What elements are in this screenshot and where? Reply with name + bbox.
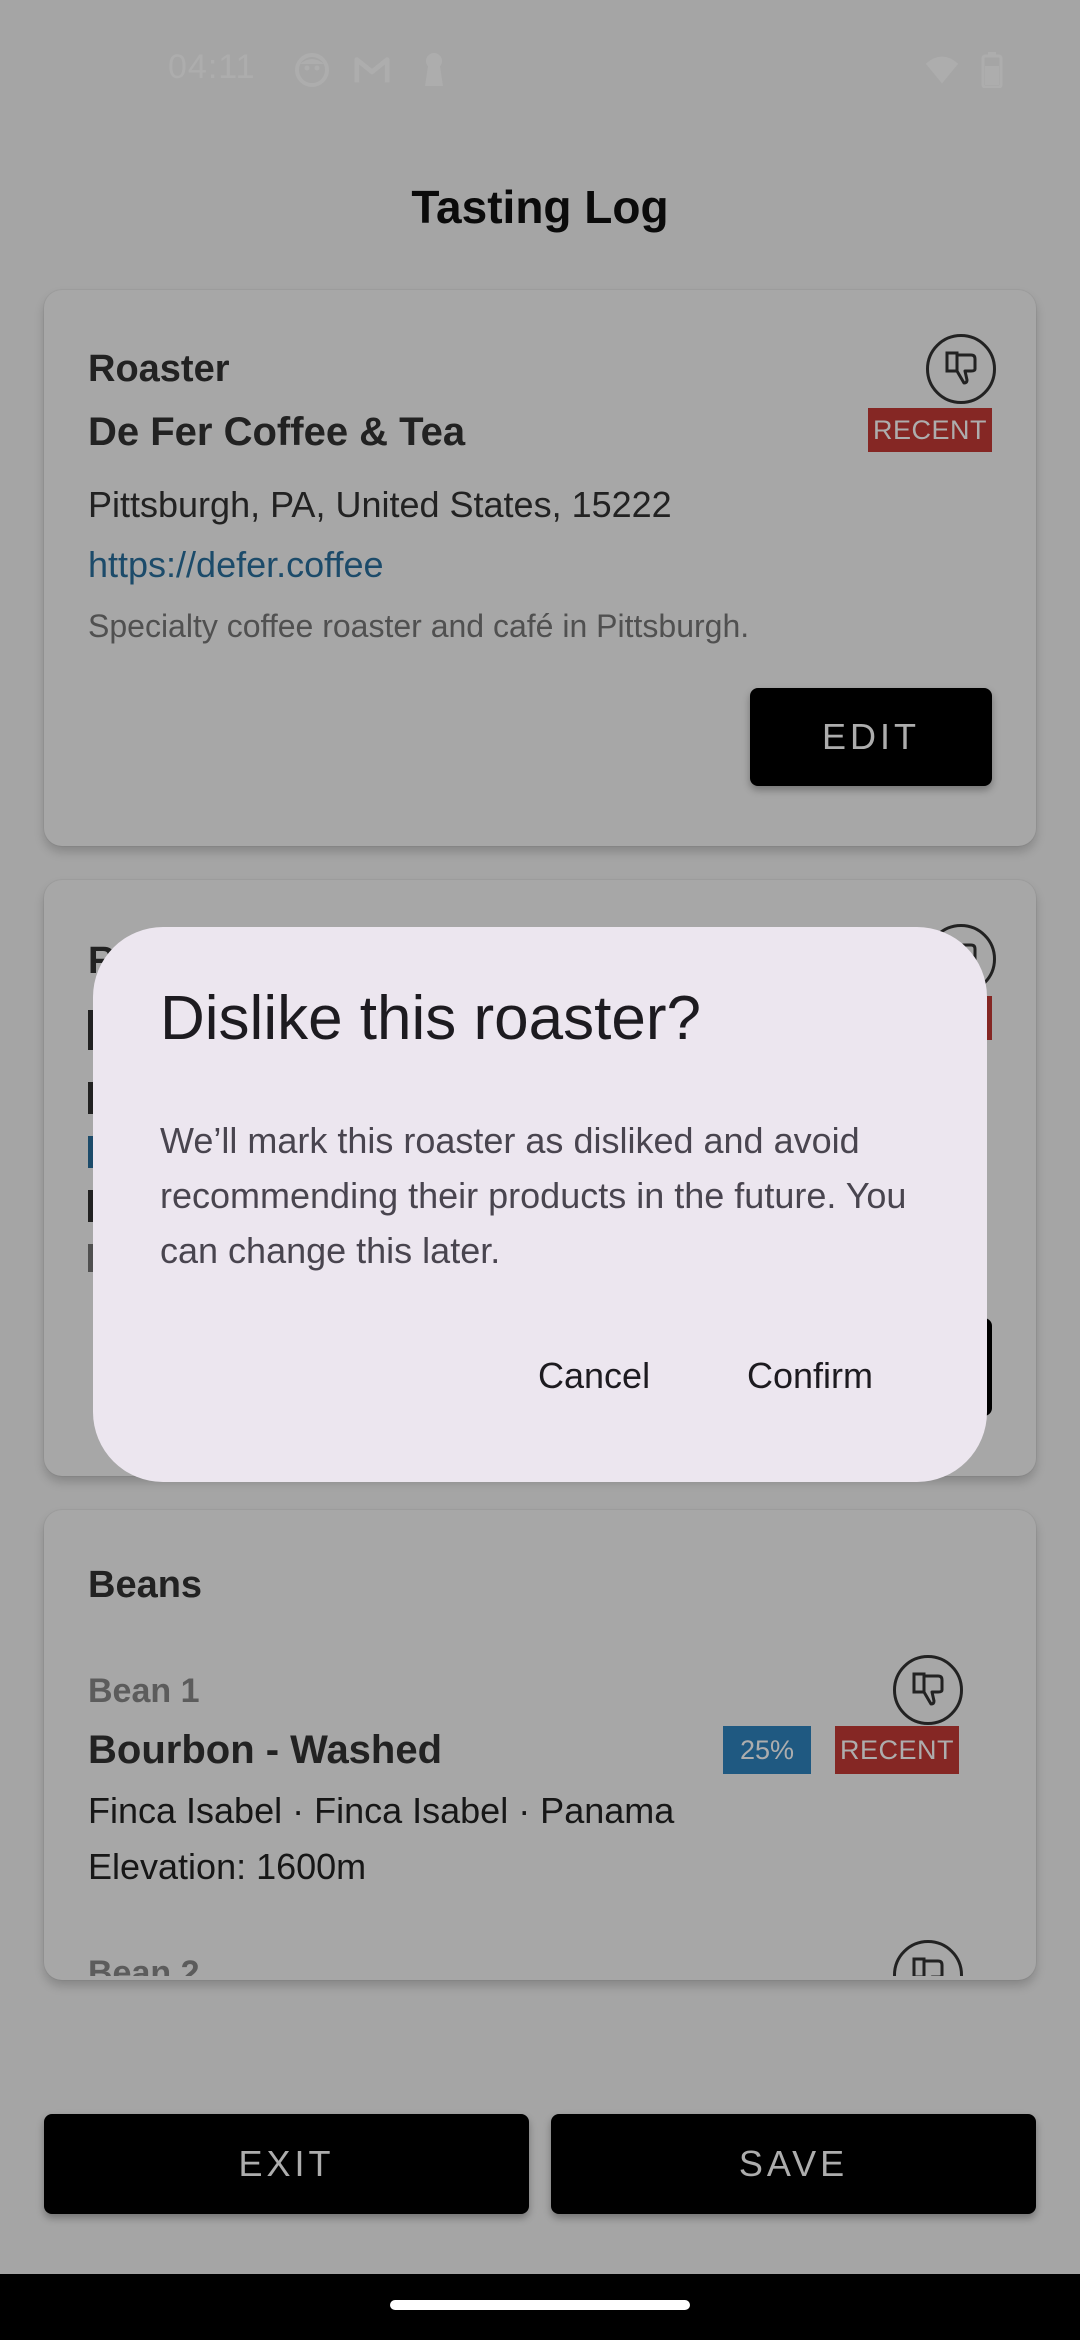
dialog-message: We’ll mark this roaster as disliked and …	[160, 1120, 907, 1271]
confirm-button[interactable]: Confirm	[747, 1355, 873, 1397]
dialog-title: Dislike this roaster?	[160, 984, 701, 1053]
dislike-dialog: Dislike this roaster? We’ll mark this ro…	[93, 927, 987, 1482]
home-handle[interactable]	[390, 2300, 690, 2310]
cancel-button[interactable]: Cancel	[538, 1355, 650, 1397]
